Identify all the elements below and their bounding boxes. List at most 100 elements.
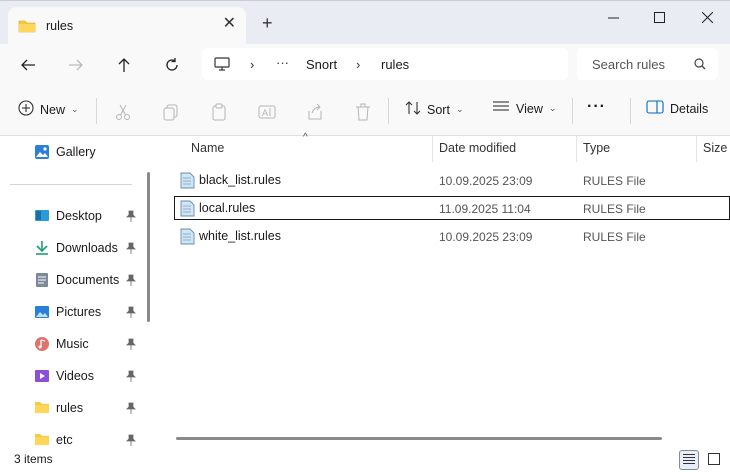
desktop-icon bbox=[34, 208, 50, 224]
sidebar-item-downloads[interactable]: Downloads bbox=[0, 234, 150, 262]
column-divider[interactable] bbox=[696, 136, 697, 162]
paste-icon[interactable] bbox=[210, 103, 228, 121]
chevron-down-icon: ⌄ bbox=[548, 103, 557, 113]
rename-icon[interactable]: A bbox=[258, 103, 276, 121]
pin-icon[interactable] bbox=[126, 402, 136, 417]
more-options-button[interactable]: ··· bbox=[587, 98, 606, 116]
divider bbox=[10, 184, 132, 185]
details-view-button[interactable] bbox=[679, 450, 699, 470]
table-row[interactable]: white_list.rules 10.09.2025 23:09 RULES … bbox=[174, 224, 730, 248]
new-label: New bbox=[40, 102, 66, 117]
sidebar-item-gallery[interactable]: Gallery bbox=[0, 138, 150, 166]
sidebar-item-pictures[interactable]: Pictures bbox=[0, 298, 150, 326]
view-button[interactable]: View ⌄ bbox=[492, 100, 556, 117]
delete-icon[interactable] bbox=[354, 103, 372, 121]
tiles-view-icon bbox=[708, 452, 720, 468]
details-pane-icon bbox=[646, 100, 664, 117]
minimize-button[interactable] bbox=[590, 1, 636, 33]
sidebar-item-documents[interactable]: Documents bbox=[0, 266, 150, 294]
sidebar-item-label: Documents bbox=[56, 273, 120, 287]
sidebar-scrollbar[interactable] bbox=[147, 172, 150, 322]
sidebar-item-rules[interactable]: rules bbox=[0, 394, 150, 422]
close-icon[interactable]: ✕ bbox=[223, 16, 236, 32]
pin-icon[interactable] bbox=[126, 370, 136, 385]
file-type: RULES File bbox=[583, 230, 646, 244]
tab-title: rules bbox=[46, 19, 74, 33]
details-label: Details bbox=[670, 101, 709, 116]
copy-icon[interactable] bbox=[162, 103, 180, 121]
column-header-size[interactable]: Size bbox=[703, 141, 727, 155]
new-button[interactable]: New ⌄ bbox=[18, 100, 79, 119]
address-bar[interactable]: › ··· Snort › rules bbox=[202, 48, 568, 80]
file-type: RULES File bbox=[583, 202, 646, 216]
table-row[interactable]: black_list.rules 10.09.2025 23:09 RULES … bbox=[174, 168, 730, 192]
pin-icon[interactable] bbox=[126, 338, 136, 353]
item-count: 3 items bbox=[14, 452, 53, 466]
share-icon[interactable] bbox=[306, 103, 324, 121]
plus-icon[interactable]: + bbox=[262, 14, 273, 32]
sort-caret-icon: ^ bbox=[303, 132, 308, 143]
details-button[interactable]: Details bbox=[646, 100, 708, 117]
pin-icon[interactable] bbox=[126, 242, 136, 257]
search-input[interactable]: Search rules bbox=[577, 48, 718, 80]
chevron-down-icon: ⌄ bbox=[455, 104, 464, 114]
folder-icon bbox=[34, 432, 50, 448]
cut-icon[interactable] bbox=[114, 103, 132, 121]
refresh-button[interactable] bbox=[160, 53, 184, 77]
tiles-view-button[interactable] bbox=[704, 450, 724, 470]
title-bar: rules ✕ + bbox=[0, 0, 730, 45]
breadcrumb-snort[interactable]: Snort bbox=[306, 57, 337, 72]
column-header-date[interactable]: Date modified bbox=[439, 141, 516, 155]
pin-icon[interactable] bbox=[126, 306, 136, 321]
divider bbox=[96, 98, 97, 124]
column-header-name[interactable]: Name bbox=[191, 141, 224, 155]
file-type: RULES File bbox=[583, 174, 646, 188]
pin-icon[interactable] bbox=[126, 434, 136, 449]
folder-icon bbox=[34, 400, 50, 416]
pin-icon[interactable] bbox=[126, 274, 136, 289]
table-row[interactable]: local.rules 11.09.2025 11:04 RULES File bbox=[174, 196, 730, 220]
divider bbox=[388, 98, 389, 124]
file-date: 10.09.2025 23:09 bbox=[439, 174, 533, 188]
close-window-button[interactable] bbox=[684, 1, 730, 33]
svg-text:A: A bbox=[262, 108, 268, 118]
chevron-right-icon: › bbox=[356, 57, 361, 72]
navigation-pane: Gallery Desktop Downloads Documents Pict… bbox=[0, 136, 156, 448]
up-button[interactable] bbox=[112, 53, 136, 77]
file-name: white_list.rules bbox=[199, 229, 281, 243]
forward-button[interactable] bbox=[64, 53, 88, 77]
file-date: 11.09.2025 11:04 bbox=[439, 202, 531, 216]
folder-icon bbox=[18, 18, 36, 37]
file-list: ^ Name Date modified Type Size black_lis… bbox=[160, 132, 730, 448]
back-button[interactable] bbox=[16, 53, 40, 77]
column-divider[interactable] bbox=[432, 136, 433, 162]
rules-file-icon bbox=[180, 172, 195, 192]
sidebar-item-label: etc bbox=[56, 433, 73, 447]
command-bar: New ⌄ A Sort ⌄ View ⌄ ··· Details bbox=[0, 86, 730, 136]
sort-label: Sort bbox=[427, 102, 450, 117]
file-name: local.rules bbox=[199, 201, 256, 215]
file-name: black_list.rules bbox=[199, 173, 281, 187]
status-bar: 3 items bbox=[0, 448, 730, 472]
pictures-icon bbox=[34, 304, 50, 320]
divider bbox=[572, 98, 573, 124]
search-icon bbox=[694, 58, 706, 73]
column-header-type[interactable]: Type bbox=[583, 141, 610, 155]
sidebar-item-music[interactable]: Music bbox=[0, 330, 150, 358]
horizontal-scrollbar[interactable] bbox=[176, 437, 662, 440]
maximize-button[interactable] bbox=[636, 1, 682, 33]
gallery-icon bbox=[34, 144, 50, 160]
tab-rules[interactable]: rules ✕ bbox=[8, 7, 246, 45]
music-icon bbox=[34, 336, 50, 352]
sidebar-item-desktop[interactable]: Desktop bbox=[0, 202, 150, 230]
pin-icon[interactable] bbox=[126, 210, 136, 225]
breadcrumb-overflow[interactable]: ··· bbox=[276, 55, 289, 70]
breadcrumb-rules[interactable]: rules bbox=[381, 57, 409, 72]
sort-icon bbox=[405, 100, 421, 119]
column-divider[interactable] bbox=[576, 136, 577, 162]
sidebar-item-videos[interactable]: Videos bbox=[0, 362, 150, 390]
address-row: › ··· Snort › rules Search rules bbox=[0, 44, 730, 86]
sidebar-item-label: Pictures bbox=[56, 305, 102, 319]
rules-file-icon bbox=[180, 228, 195, 248]
sort-button[interactable]: Sort ⌄ bbox=[405, 100, 463, 119]
